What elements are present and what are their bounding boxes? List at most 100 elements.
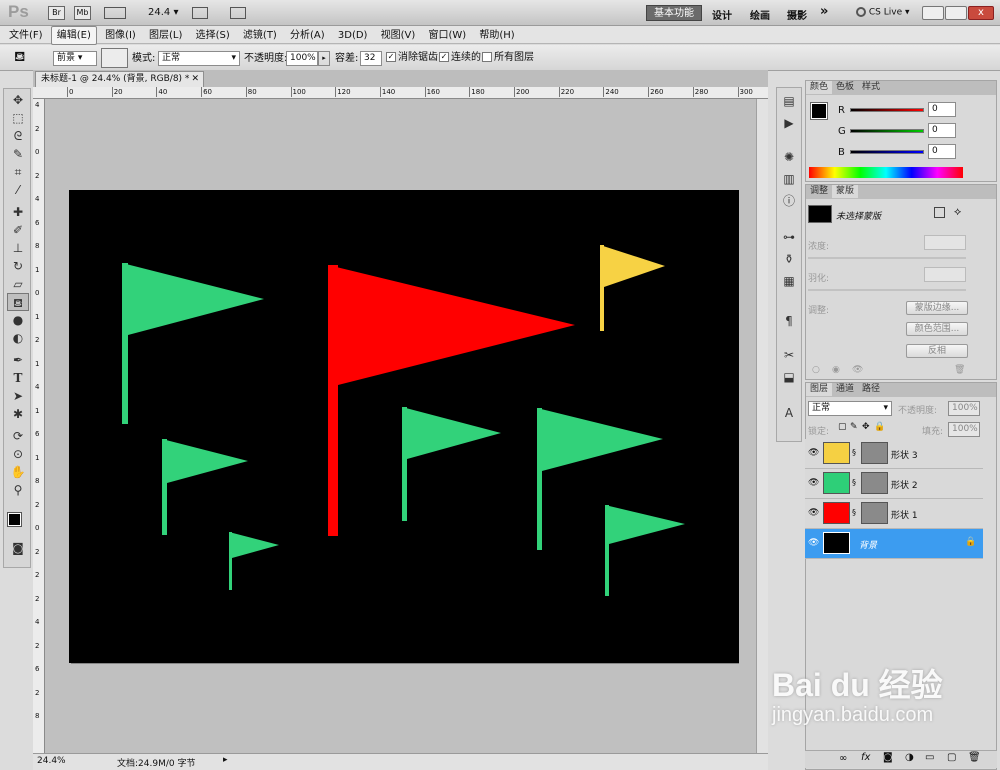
opacity-input[interactable]: 100% bbox=[286, 51, 318, 66]
tab-channels[interactable]: 通道 bbox=[832, 383, 858, 396]
layer-opacity-input[interactable]: 100% bbox=[948, 401, 980, 416]
visibility-eye-icon[interactable]: 👁 bbox=[808, 478, 819, 488]
hand-tool-icon[interactable]: ✋ bbox=[7, 463, 29, 481]
b-slider[interactable] bbox=[850, 150, 924, 154]
3d-rotate-tool-icon[interactable]: ⟳ bbox=[7, 427, 29, 445]
quick-mask-icon[interactable]: ◙ bbox=[7, 539, 29, 557]
quick-selection-tool-icon[interactable]: ✎ bbox=[7, 145, 29, 163]
feather-slider[interactable] bbox=[808, 289, 966, 291]
new-layer-icon[interactable]: ▢ bbox=[947, 752, 956, 763]
g-slider[interactable] bbox=[850, 129, 924, 133]
menu-file[interactable]: 文件(F) bbox=[4, 27, 48, 44]
color-fg-swatch[interactable] bbox=[810, 102, 828, 120]
lock-transparent-icon[interactable]: ▢ bbox=[838, 422, 847, 432]
eyedropper-tool-icon[interactable]: ⁄ bbox=[7, 181, 29, 199]
enable-mask-icon[interactable]: 👁 bbox=[852, 365, 863, 375]
foreground-color-swatch[interactable] bbox=[7, 512, 22, 527]
bridge-icon[interactable]: Br bbox=[48, 6, 65, 20]
close-button[interactable]: x bbox=[968, 6, 994, 20]
all-layers-checkbox[interactable]: 所有图层 bbox=[482, 51, 534, 64]
document-tab[interactable]: 未标题-1 @ 24.4% (背景, RGB/8) * ✕ bbox=[35, 71, 204, 87]
tab-styles[interactable]: 样式 bbox=[858, 81, 884, 94]
visibility-eye-icon[interactable]: 👁 bbox=[808, 508, 819, 518]
layer-row-background[interactable]: 👁 背景 🔒 bbox=[805, 529, 983, 559]
status-zoom[interactable]: 24.4% bbox=[37, 756, 66, 766]
b-input[interactable]: 0 bbox=[928, 144, 956, 159]
invert-button[interactable]: 反相 bbox=[906, 344, 968, 358]
opacity-arrow-icon[interactable]: ▸ bbox=[318, 51, 330, 66]
g-input[interactable]: 0 bbox=[928, 123, 956, 138]
apply-mask-icon[interactable]: ◉ bbox=[832, 365, 840, 375]
lasso-tool-icon[interactable]: ᘓ bbox=[7, 127, 29, 145]
status-arrow-icon[interactable]: ▸ bbox=[223, 755, 228, 765]
adjustments-panel-icon[interactable]: ✺ bbox=[778, 148, 800, 166]
antialias-checkbox[interactable]: ✓ 消除锯齿 bbox=[386, 51, 438, 64]
tab-paths[interactable]: 路径 bbox=[858, 383, 884, 396]
dodge-tool-icon[interactable]: ◐ bbox=[7, 329, 29, 347]
workspace-painting[interactable]: 绘画 bbox=[750, 7, 770, 22]
eraser-tool-icon[interactable]: ▱ bbox=[7, 275, 29, 293]
restore-button[interactable] bbox=[945, 6, 967, 20]
minibridge-icon[interactable]: Mb bbox=[74, 6, 91, 20]
layer-row-shape1[interactable]: 👁 § 形状 1 bbox=[805, 499, 983, 529]
lock-pixels-icon[interactable]: ✎ bbox=[850, 422, 858, 432]
menu-3d[interactable]: 3D(D) bbox=[333, 27, 373, 44]
density-input[interactable] bbox=[924, 235, 966, 250]
menu-analysis[interactable]: 分析(A) bbox=[285, 27, 330, 44]
minimize-button[interactable] bbox=[922, 6, 944, 20]
menu-edit[interactable]: 编辑(E) bbox=[50, 26, 97, 45]
paint-bucket-preset-icon[interactable]: ⛾ bbox=[14, 49, 25, 67]
path-selection-tool-icon[interactable]: ➤ bbox=[7, 387, 29, 405]
document-canvas[interactable] bbox=[45, 99, 756, 753]
fill-source-select[interactable]: 前景 ▾ bbox=[53, 51, 97, 66]
workspace-essentials[interactable]: 基本功能 bbox=[646, 5, 702, 21]
menu-view[interactable]: 视图(V) bbox=[376, 27, 421, 44]
blur-tool-icon[interactable]: ● bbox=[7, 311, 29, 329]
tab-close-icon[interactable]: ✕ bbox=[191, 72, 199, 86]
zoom-level-select[interactable]: 24.4 ▾ bbox=[148, 7, 178, 18]
type-tool-icon[interactable]: T bbox=[7, 369, 29, 387]
link-layers-icon[interactable]: ∞ bbox=[839, 753, 847, 764]
tool-presets-panel-icon[interactable]: ✂ bbox=[778, 346, 800, 364]
vertical-scrollbar[interactable] bbox=[756, 99, 768, 753]
mask-edge-button[interactable]: 蒙版边缘... bbox=[906, 301, 968, 315]
view-extras-icon[interactable] bbox=[104, 7, 126, 19]
zoom-tool-icon[interactable]: ⚲ bbox=[7, 481, 29, 499]
fill-input[interactable]: 100% bbox=[948, 422, 980, 437]
character-panel-icon[interactable]: A bbox=[778, 404, 800, 422]
add-mask-icon[interactable]: ◙ bbox=[883, 752, 893, 763]
actions-panel-icon[interactable]: ▶ bbox=[778, 114, 800, 132]
lock-position-icon[interactable]: ✥ bbox=[862, 422, 870, 432]
paragraph-panel-icon[interactable]: ¶ bbox=[778, 312, 800, 330]
status-doc-size[interactable]: 文档:24.9M/0 字节 bbox=[117, 756, 195, 769]
delete-layer-icon[interactable]: 🗑 bbox=[968, 752, 981, 763]
delete-mask-icon[interactable]: 🗑 bbox=[954, 365, 965, 375]
blend-mode-select[interactable]: 正常 ▾ bbox=[808, 401, 892, 416]
crop-tool-icon[interactable]: ⌗ bbox=[7, 163, 29, 181]
pattern-swatch[interactable] bbox=[101, 48, 128, 68]
mode-select[interactable]: 正常 ▾ bbox=[158, 51, 240, 66]
tab-layers[interactable]: 图层 bbox=[806, 383, 833, 396]
arrange-documents-icon[interactable] bbox=[192, 7, 208, 19]
visibility-eye-icon[interactable]: 👁 bbox=[808, 538, 819, 548]
menu-layer[interactable]: 图层(L) bbox=[144, 27, 187, 44]
menu-select[interactable]: 选择(S) bbox=[191, 27, 235, 44]
3d-panel-icon[interactable]: ▥ bbox=[778, 170, 800, 188]
cs-live-button[interactable]: CS Live ▾ bbox=[856, 7, 910, 18]
tab-adjustments[interactable]: 调整 bbox=[806, 185, 832, 198]
load-selection-icon[interactable]: ○ bbox=[812, 365, 820, 375]
layer-row-shape3[interactable]: 👁 § 形状 3 bbox=[805, 439, 983, 469]
new-group-icon[interactable]: ▭ bbox=[925, 752, 934, 763]
history-panel-icon[interactable]: ▤ bbox=[778, 92, 800, 110]
density-slider[interactable] bbox=[808, 257, 966, 259]
color-range-button[interactable]: 颜色范围... bbox=[906, 322, 968, 336]
clone-source-panel-icon[interactable]: ⚱ bbox=[778, 250, 800, 268]
paint-bucket-tool-icon[interactable]: ⛾ bbox=[7, 293, 29, 311]
contiguous-checkbox[interactable]: ✓ 连续的 bbox=[439, 51, 481, 64]
tab-swatches[interactable]: 色板 bbox=[832, 81, 858, 94]
spot-healing-tool-icon[interactable]: ✚ bbox=[7, 203, 29, 221]
pen-tool-icon[interactable]: ✒ bbox=[7, 351, 29, 369]
menu-image[interactable]: 图像(I) bbox=[100, 27, 141, 44]
tab-color[interactable]: 颜色 bbox=[806, 81, 833, 94]
workspace-design[interactable]: 设计 bbox=[712, 7, 732, 22]
